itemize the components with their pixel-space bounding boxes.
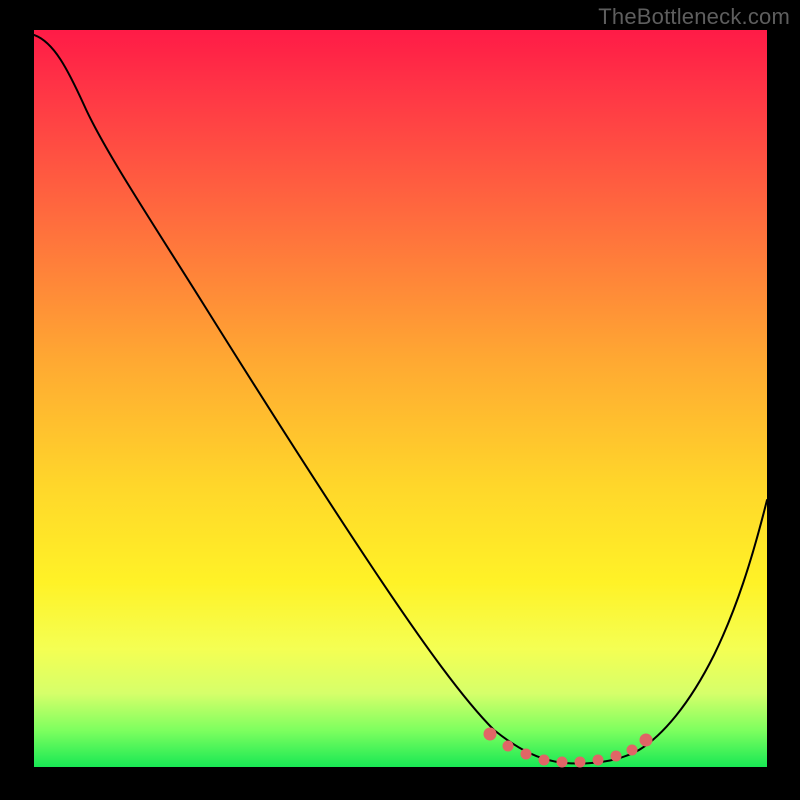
plot-area xyxy=(34,30,767,767)
bottleneck-curve xyxy=(34,30,767,767)
chart-frame: TheBottleneck.com xyxy=(0,0,800,800)
curve-path xyxy=(34,35,767,763)
watermark-text: TheBottleneck.com xyxy=(598,4,790,30)
